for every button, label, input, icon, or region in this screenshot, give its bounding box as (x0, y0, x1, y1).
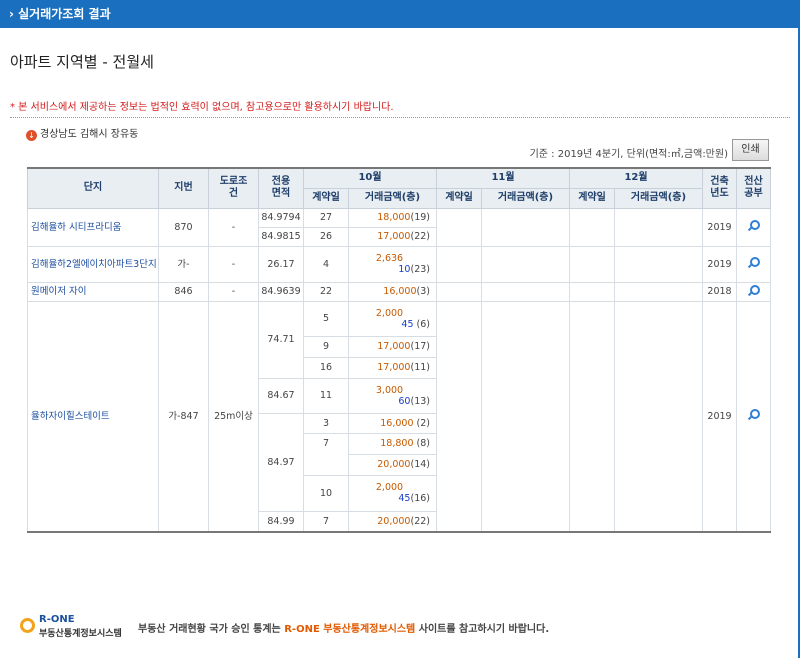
built-year: 2019 (702, 300, 737, 533)
area: 84.67 (258, 377, 304, 414)
footer-message: 부동산 거래현황 국가 승인 통계는 R-ONE 부동산통계정보시스템 사이트를… (138, 624, 550, 635)
contract-day: 7 (303, 432, 349, 476)
logo-name: R-ONE (39, 614, 75, 625)
header-area: 전용 면적 (258, 167, 304, 209)
region-text: 경상남도 김해시 장유동 (40, 129, 139, 140)
amount: 18,800 (8) (348, 432, 437, 455)
complex-name[interactable]: 원메이저 자이 (27, 281, 159, 302)
table-row: 원메이저 자이 846 - 84.9639 22 16,000(3) 2018 (27, 281, 771, 302)
window-title: › 실거래가조회 결과 (9, 7, 111, 21)
amount: 18,000(19) (348, 207, 437, 228)
record-cell (736, 207, 771, 247)
contract-day: 22 (303, 281, 349, 302)
amount: 20,000(14) (348, 453, 437, 476)
search-icon[interactable] (748, 284, 760, 296)
amount: 2,636 10(23) (348, 245, 437, 283)
search-icon[interactable] (748, 220, 760, 231)
lot-number: 가-847 (158, 300, 209, 533)
contract-day: 3 (303, 412, 349, 434)
amount: 3,000 60(13) (348, 377, 437, 414)
header-complex: 단지 (27, 167, 159, 209)
print-button[interactable]: 인쇄 (732, 139, 769, 161)
header-amount: 거래금액(층) (614, 187, 703, 209)
amount: 2,000 45 (6) (348, 300, 437, 337)
basis-note: 기준 : 2019년 4분기, 단위(면적:㎡,금액:만원) (529, 149, 728, 160)
built-year: 2019 (702, 245, 737, 283)
header-month-nov: 11월 (436, 167, 570, 189)
record-cell (736, 245, 771, 283)
area: 84.9815 (258, 226, 304, 247)
lot-number: 846 (158, 281, 209, 302)
lot-number: 가- (158, 245, 209, 283)
complex-name[interactable]: 김해율하 시티프라디움 (27, 207, 159, 247)
disclaimer-notice: * 본 서비스에서 제공하는 정보는 법적인 효력이 없으며, 참고용으로만 활… (10, 98, 790, 118)
contract-day: 16 (303, 356, 349, 379)
amount: 20,000(22) (348, 510, 437, 533)
contract-day: 11 (303, 377, 349, 414)
header-amount: 거래금액(층) (348, 187, 437, 209)
area: 84.99 (258, 510, 304, 533)
contract-day: 7 (303, 510, 349, 533)
complex-name[interactable]: 율하자이힐스테이트 (27, 300, 159, 533)
transaction-table: 단지 지번 도로조 건 전용 면적 10월 11월 12월 건축 년도 전산 공부 계약… (27, 167, 771, 533)
area: 26.17 (258, 245, 304, 283)
built-year: 2018 (702, 281, 737, 302)
header-contract-day: 계약일 (569, 187, 615, 209)
amount: 2,000 45(16) (348, 474, 437, 512)
complex-name[interactable]: 김해율하2엘에이치아파트3단지 (27, 245, 159, 283)
table-row: 김해율하 시티프라디움 870 - 84.9794 27 18,000(19) … (27, 207, 771, 247)
header-built-year: 건축 년도 (702, 167, 737, 209)
contract-day: 10 (303, 474, 349, 512)
area: 84.97 (258, 412, 304, 512)
road-condition: - (208, 207, 259, 247)
table-row: 김해율하2엘에이치아파트3단지 가- - 26.17 4 2,636 10(23)… (27, 245, 771, 283)
table-row: 율하자이힐스테이트 가-847 25m이상 74.71 5 2,000 45 (6… (27, 300, 771, 533)
record-cell (736, 281, 771, 302)
logo-subtitle: 부동산통계정보시스템 (39, 629, 122, 639)
amount: 17,000(11) (348, 356, 437, 379)
area: 84.9639 (258, 281, 304, 302)
contract-day: 27 (303, 207, 349, 228)
search-icon[interactable] (748, 257, 760, 268)
amount: 16,000 (2) (348, 412, 437, 434)
r-one-ring-icon (20, 618, 35, 633)
download-icon[interactable]: ↓ (26, 130, 37, 141)
amount: 17,000(22) (348, 226, 437, 247)
record-cell (736, 300, 771, 533)
search-icon[interactable] (748, 409, 760, 420)
amount: 16,000(3) (348, 281, 437, 302)
area: 74.71 (258, 300, 304, 379)
road-condition: 25m이상 (208, 300, 259, 533)
window-title-bar: › 실거래가조회 결과 (0, 0, 800, 28)
header-month-dec: 12월 (569, 167, 703, 189)
r-one-logo[interactable]: R-ONE 부동산통계정보시스템 (20, 612, 135, 640)
road-condition: - (208, 245, 259, 283)
road-condition: - (208, 281, 259, 302)
area: 84.9794 (258, 207, 304, 228)
contract-day: 4 (303, 245, 349, 283)
header-contract-day: 계약일 (303, 187, 349, 209)
region-label: ↓ 경상남도 김해시 장유동 (26, 125, 138, 141)
lot-number: 870 (158, 207, 209, 247)
contract-day: 26 (303, 226, 349, 247)
r-one-link[interactable]: R-ONE 부동산통계정보시스템 (284, 624, 415, 635)
contract-day: 5 (303, 300, 349, 337)
header-contract-day: 계약일 (436, 187, 482, 209)
header-month-oct: 10월 (303, 167, 437, 189)
header-lot: 지번 (158, 167, 209, 209)
built-year: 2019 (702, 207, 737, 247)
header-amount: 거래금액(층) (481, 187, 570, 209)
amount: 17,000(17) (348, 335, 437, 358)
footer: R-ONE 부동산통계정보시스템 부동산 거래현황 국가 승인 통계는 R-ON… (20, 612, 790, 640)
header-road: 도로조 건 (208, 167, 259, 209)
header-record: 전산 공부 (736, 167, 771, 209)
contract-day: 9 (303, 335, 349, 358)
page-title: 아파트 지역별 - 전월세 (10, 53, 154, 71)
